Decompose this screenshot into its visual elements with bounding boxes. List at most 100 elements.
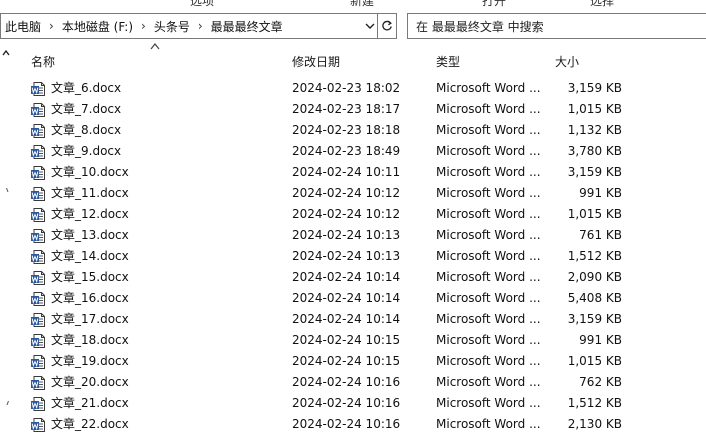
file-date: 2024-02-24 10:15 (292, 354, 401, 368)
file-name: 文章_6.docx (51, 81, 122, 95)
word-document-icon (31, 312, 45, 327)
file-row[interactable]: 文章_9.docx 2024-02-23 18:49 Microsoft Word … (0, 141, 706, 162)
file-date: 2024-02-23 18:17 (292, 102, 401, 116)
breadcrumb-this-pc[interactable]: 此电脑 (2, 18, 44, 35)
word-document-icon (31, 291, 45, 306)
ribbon-select-label[interactable]: 选择 (590, 0, 614, 9)
file-type: Microsoft Word ... (436, 102, 541, 116)
file-name: 文章_15.docx (51, 270, 129, 284)
word-document-icon (31, 165, 45, 180)
file-size: 1,132 KB (567, 123, 622, 137)
file-row[interactable]: 文章_21.docx 2024-02-24 10:16 Microsoft Word… (0, 393, 706, 414)
column-header-type[interactable]: 类型 (436, 53, 460, 70)
word-document-icon (31, 144, 45, 159)
file-name: 文章_14.docx (51, 249, 129, 263)
file-size: 5,408 KB (567, 291, 622, 305)
ribbon-new-label[interactable]: 新建 (350, 0, 374, 9)
file-icon-cell (30, 372, 48, 393)
file-row[interactable]: 文章_8.docx 2024-02-23 18:18 Microsoft Word … (0, 120, 706, 141)
file-date: 2024-02-24 10:14 (292, 270, 401, 284)
file-date: 2024-02-24 10:16 (292, 396, 401, 410)
column-header-name[interactable]: 名称 (31, 53, 55, 70)
ribbon-open-label[interactable]: 打开 (482, 0, 506, 9)
file-type: Microsoft Word ... (436, 228, 541, 242)
file-size: 2,090 KB (567, 270, 622, 284)
file-row[interactable]: 文章_6.docx 2024-02-23 18:02 Microsoft Word … (0, 78, 706, 99)
file-icon-cell (30, 414, 48, 432)
ribbon-strip: 选项 新建 打开 选择 (0, 0, 706, 10)
file-date: 2024-02-24 10:12 (292, 186, 401, 200)
file-row[interactable]: 文章_15.docx 2024-02-24 10:14 Microsoft Word… (0, 267, 706, 288)
file-type: Microsoft Word ... (436, 354, 541, 368)
chevron-down-icon (365, 23, 375, 29)
file-icon-cell (30, 141, 48, 162)
refresh-button[interactable] (377, 14, 396, 38)
file-size: 1,015 KB (567, 354, 622, 368)
file-type: Microsoft Word ... (436, 207, 541, 221)
file-row[interactable]: 文章_16.docx 2024-02-24 10:14 Microsoft Word… (0, 288, 706, 309)
file-row[interactable]: 文章_10.docx 2024-02-24 10:11 Microsoft Word… (0, 162, 706, 183)
file-row[interactable]: 文章_7.docx 2024-02-23 18:17 Microsoft Word … (0, 99, 706, 120)
file-name: 文章_21.docx (51, 396, 129, 410)
column-header-date[interactable]: 修改日期 (292, 53, 340, 70)
breadcrumb-separator[interactable]: › (136, 19, 151, 33)
column-header-size[interactable]: 大小 (555, 53, 579, 70)
word-document-icon (31, 417, 45, 432)
refresh-icon (382, 20, 392, 31)
file-size: 762 KB (579, 375, 622, 389)
file-row[interactable]: 文章_22.docx 2024-02-24 10:16 Microsoft Word… (0, 414, 706, 432)
file-row[interactable]: 文章_17.docx 2024-02-24 10:14 Microsoft Word… (0, 309, 706, 330)
address-bar[interactable]: 此电脑 › 本地磁盘 (F:) › 头条号 › 最最最终文章 (0, 13, 397, 39)
search-placeholder: 在 最最最终文章 中搜索 (416, 19, 544, 34)
ribbon-options-label[interactable]: 选项 (190, 0, 214, 9)
column-header-row: 名称 修改日期 类型 大小 (0, 40, 706, 76)
file-icon-cell (30, 267, 48, 288)
file-row[interactable]: 文章_12.docx 2024-02-24 10:12 Microsoft Word… (0, 204, 706, 225)
breadcrumb-separator[interactable]: › (44, 19, 59, 33)
file-size: 1,015 KB (567, 102, 622, 116)
address-history-button[interactable] (363, 14, 377, 38)
file-explorer-window: 选项 新建 打开 选择 此电脑 › 本地磁盘 (F:) › 头条号 › 最最最终… (0, 0, 706, 432)
word-document-icon (31, 354, 45, 369)
file-date: 2024-02-24 10:13 (292, 228, 401, 242)
word-document-icon (31, 123, 45, 138)
word-document-icon (31, 207, 45, 222)
search-input[interactable]: 在 最最最终文章 中搜索 (407, 13, 706, 39)
file-name: 文章_8.docx (51, 123, 122, 137)
file-row[interactable]: 文章_20.docx 2024-02-24 10:16 Microsoft Word… (0, 372, 706, 393)
word-document-icon (31, 333, 45, 348)
file-type: Microsoft Word ... (436, 249, 541, 263)
file-type: Microsoft Word ... (436, 123, 541, 137)
file-row[interactable]: 文章_11.docx 2024-02-24 10:12 Microsoft Word… (0, 183, 706, 204)
file-icon-cell (30, 99, 48, 120)
file-size: 3,780 KB (567, 144, 622, 158)
breadcrumb-local-disk[interactable]: 本地磁盘 (F:) (59, 18, 136, 35)
file-name: 文章_13.docx (51, 228, 129, 242)
file-type: Microsoft Word ... (436, 396, 541, 410)
file-row[interactable]: 文章_14.docx 2024-02-24 10:13 Microsoft Word… (0, 246, 706, 267)
file-name: 文章_7.docx (51, 102, 122, 116)
file-type: Microsoft Word ... (436, 186, 541, 200)
breadcrumb-current-folder[interactable]: 最最最终文章 (208, 18, 286, 35)
file-date: 2024-02-23 18:49 (292, 144, 401, 158)
file-icon-cell (30, 183, 48, 204)
file-row[interactable]: 文章_13.docx 2024-02-24 10:13 Microsoft Word… (0, 225, 706, 246)
file-name: 文章_9.docx (51, 144, 122, 158)
file-date: 2024-02-24 10:14 (292, 291, 401, 305)
file-row[interactable]: 文章_19.docx 2024-02-24 10:15 Microsoft Word… (0, 351, 706, 372)
file-type: Microsoft Word ... (436, 291, 541, 305)
file-row[interactable]: 文章_18.docx 2024-02-24 10:15 Microsoft Word… (0, 330, 706, 351)
file-name: 文章_12.docx (51, 207, 129, 221)
breadcrumb-toutiao[interactable]: 头条号 (151, 18, 193, 35)
file-icon-cell (30, 225, 48, 246)
word-document-icon (31, 102, 45, 117)
file-name: 文章_18.docx (51, 333, 129, 347)
file-type: Microsoft Word ... (436, 417, 541, 431)
file-type: Microsoft Word ... (436, 165, 541, 179)
file-size: 3,159 KB (567, 312, 622, 326)
file-size: 991 KB (579, 186, 622, 200)
file-name: 文章_22.docx (51, 417, 129, 431)
file-type: Microsoft Word ... (436, 312, 541, 326)
file-icon-cell (30, 330, 48, 351)
breadcrumb-separator[interactable]: › (193, 19, 208, 33)
